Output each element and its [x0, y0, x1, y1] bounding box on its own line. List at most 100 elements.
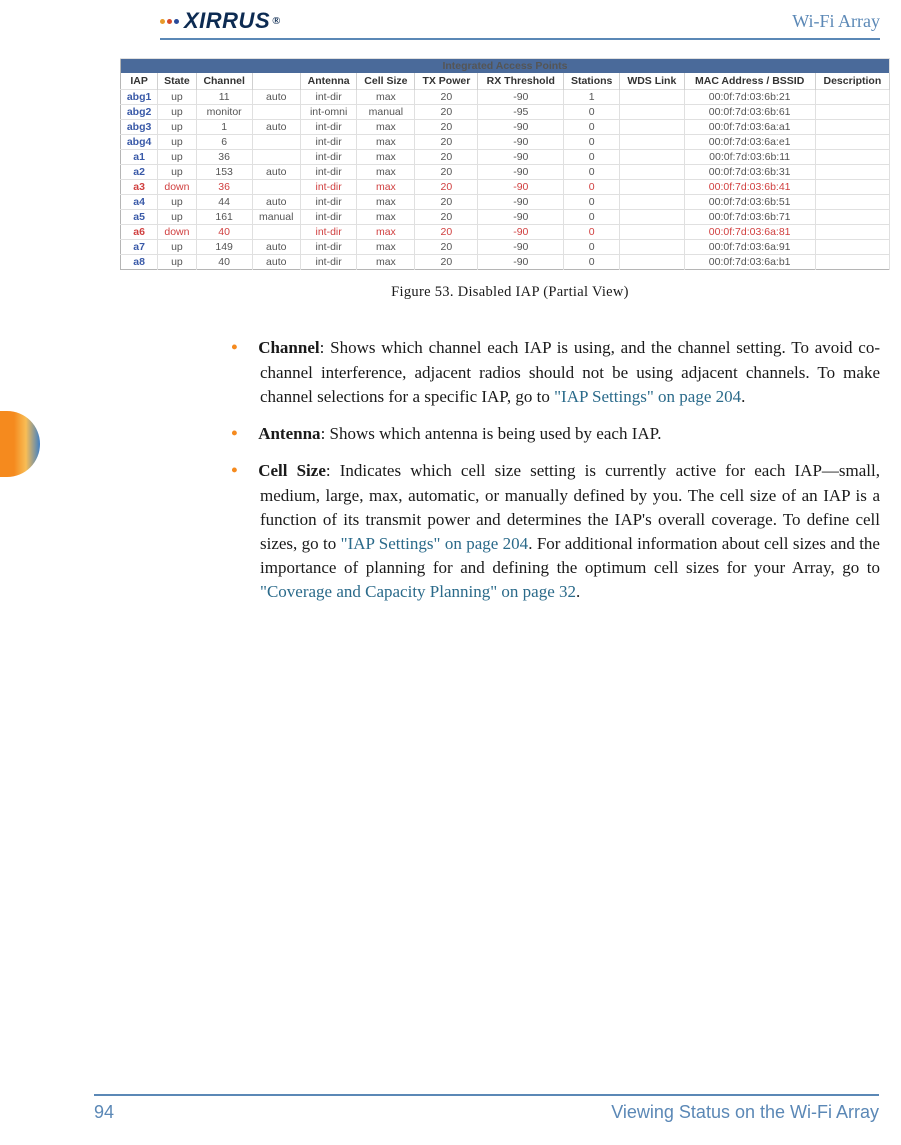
table-cell-rx: -95	[478, 105, 564, 120]
cross-ref-link[interactable]: "IAP Settings" on page 204	[554, 387, 741, 406]
table-cell-iap: abg3	[121, 120, 158, 135]
table-cell-mac: 00:0f:7d:03:6b:61	[684, 105, 815, 120]
table-cell-cell: max	[357, 255, 415, 270]
table-cell-desc	[815, 135, 889, 150]
table-cell-ch: 1	[196, 120, 252, 135]
table-row: abg2upmonitorint-omnimanual20-95000:0f:7…	[121, 105, 890, 120]
table-cell-desc	[815, 165, 889, 180]
table-cell-mac: 00:0f:7d:03:6b:21	[684, 90, 815, 105]
table-cell-iap: abg2	[121, 105, 158, 120]
table-cell-tx: 20	[415, 240, 478, 255]
table-cell-mode	[252, 150, 300, 165]
table-cell-ch: 153	[196, 165, 252, 180]
table-header-cell: IAP	[121, 73, 158, 90]
table-cell-tx: 20	[415, 210, 478, 225]
logo-dot	[167, 19, 172, 24]
table-cell-desc	[815, 240, 889, 255]
table-cell-wds	[620, 225, 684, 240]
table-cell-tx: 20	[415, 150, 478, 165]
table-cell-ch: 40	[196, 225, 252, 240]
table-cell-ch: 40	[196, 255, 252, 270]
table-header-cell: Antenna	[300, 73, 357, 90]
table-cell-iap: a4	[121, 195, 158, 210]
table-cell-tx: 20	[415, 180, 478, 195]
table-cell-desc	[815, 150, 889, 165]
table-row: abg4up6int-dirmax20-90000:0f:7d:03:6a:e1	[121, 135, 890, 150]
table-cell-state: up	[158, 150, 196, 165]
table-cell-iap: a3	[121, 180, 158, 195]
table-cell-ant: int-dir	[300, 195, 357, 210]
table-cell-ch: 161	[196, 210, 252, 225]
table-cell-iap: abg1	[121, 90, 158, 105]
table-cell-wds	[620, 180, 684, 195]
bullet-title: Channel	[258, 338, 319, 357]
table-cell-sta: 0	[564, 120, 620, 135]
table-cell-mac: 00:0f:7d:03:6a:b1	[684, 255, 815, 270]
table-cell-tx: 20	[415, 90, 478, 105]
table-cell-state: up	[158, 255, 196, 270]
table-cell-tx: 20	[415, 105, 478, 120]
table-cell-desc	[815, 120, 889, 135]
table-cell-desc	[815, 255, 889, 270]
table-cell-mode: auto	[252, 240, 300, 255]
table-cell-cell: max	[357, 165, 415, 180]
table-cell-state: up	[158, 120, 196, 135]
table-cell-ch: 6	[196, 135, 252, 150]
table-cell-ch: 149	[196, 240, 252, 255]
table-cell-mode	[252, 135, 300, 150]
table-cell-desc	[815, 105, 889, 120]
table-cell-desc	[815, 225, 889, 240]
table-cell-state: up	[158, 90, 196, 105]
table-header-cell: Description	[815, 73, 889, 90]
table-cell-mac: 00:0f:7d:03:6b:51	[684, 195, 815, 210]
table-cell-sta: 0	[564, 210, 620, 225]
table-header-cell: TX Power	[415, 73, 478, 90]
cross-ref-link[interactable]: "IAP Settings" on page 204	[341, 534, 529, 553]
table-cell-tx: 20	[415, 165, 478, 180]
table-cell-rx: -90	[478, 90, 564, 105]
table-cell-mac: 00:0f:7d:03:6a:a1	[684, 120, 815, 135]
table-cell-ant: int-dir	[300, 210, 357, 225]
bullet-list: Channel: Shows which channel each IAP is…	[220, 335, 880, 605]
figure-caption: Figure 53. Disabled IAP (Partial View)	[120, 284, 900, 301]
doc-title: Wi-Fi Array	[792, 11, 880, 32]
cross-ref-link[interactable]: "Coverage and Capacity Planning" on page…	[260, 582, 576, 601]
table-cell-rx: -90	[478, 135, 564, 150]
table-cell-state: up	[158, 240, 196, 255]
table-header-cell: MAC Address / BSSID	[684, 73, 815, 90]
table-cell-iap: a1	[121, 150, 158, 165]
footer-section-title: Viewing Status on the Wi-Fi Array	[611, 1102, 879, 1123]
table-cell-wds	[620, 105, 684, 120]
table-cell-mac: 00:0f:7d:03:6b:41	[684, 180, 815, 195]
table-cell-mac: 00:0f:7d:03:6a:91	[684, 240, 815, 255]
table-cell-wds	[620, 210, 684, 225]
table-cell-rx: -90	[478, 120, 564, 135]
table-cell-ant: int-dir	[300, 120, 357, 135]
table-cell-sta: 0	[564, 105, 620, 120]
table-cell-mode	[252, 180, 300, 195]
table-header-cell: RX Threshold	[478, 73, 564, 90]
table-cell-desc	[815, 195, 889, 210]
table-cell-cell: max	[357, 120, 415, 135]
logo-dot	[160, 19, 165, 24]
table-cell-tx: 20	[415, 225, 478, 240]
figure: Integrated Access Points IAPStateChannel…	[120, 58, 900, 301]
brand-logo: XIRRUS ®	[160, 8, 280, 34]
table-header-cell: WDS Link	[620, 73, 684, 90]
table-cell-state: up	[158, 105, 196, 120]
table-cell-iap: a6	[121, 225, 158, 240]
table-cell-wds	[620, 195, 684, 210]
table-cell-mac: 00:0f:7d:03:6b:31	[684, 165, 815, 180]
brand-name: XIRRUS	[184, 8, 270, 34]
thumb-tab-icon	[0, 411, 40, 477]
table-cell-sta: 1	[564, 90, 620, 105]
iap-table: Integrated Access Points IAPStateChannel…	[120, 58, 890, 270]
table-cell-mode	[252, 105, 300, 120]
table-cell-ch: 36	[196, 150, 252, 165]
table-row: a4up44autoint-dirmax20-90000:0f:7d:03:6b…	[121, 195, 890, 210]
table-cell-cell: max	[357, 180, 415, 195]
table-cell-mode: auto	[252, 195, 300, 210]
table-cell-rx: -90	[478, 180, 564, 195]
table-row: a8up40autoint-dirmax20-90000:0f:7d:03:6a…	[121, 255, 890, 270]
table-cell-iap: abg4	[121, 135, 158, 150]
